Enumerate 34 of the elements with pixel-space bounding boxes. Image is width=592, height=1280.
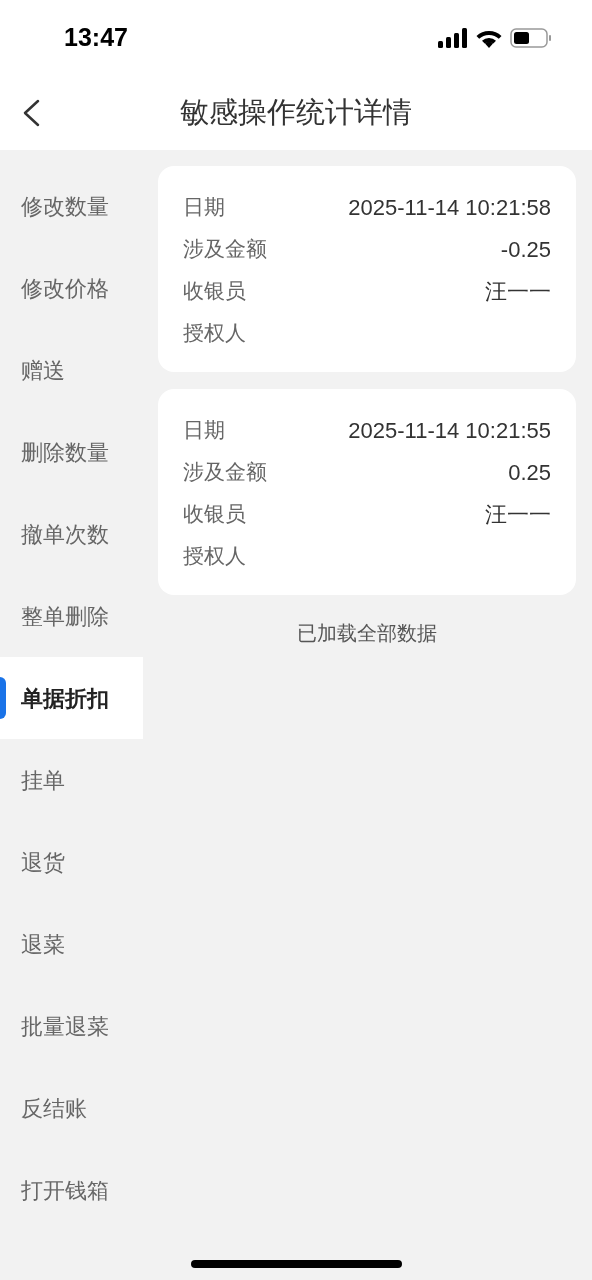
field-value: 汪一一: [485, 500, 551, 529]
field-label: 收银员: [183, 278, 246, 305]
field-label: 授权人: [183, 320, 246, 347]
status-time: 13:47: [64, 21, 128, 53]
sidebar-item[interactable]: 整单删除: [0, 575, 143, 657]
load-complete-note: 已加载全部数据: [297, 621, 437, 646]
field-value: 2025-11-14 10:21:58: [348, 193, 551, 222]
sidebar-item[interactable]: 反结账: [0, 1067, 143, 1149]
sidebar-item[interactable]: 挂单: [0, 739, 143, 821]
battery-icon: [510, 27, 552, 48]
field-label: 日期: [183, 194, 225, 221]
sidebar-item[interactable]: 退货: [0, 821, 143, 903]
sidebar-item[interactable]: 赠送: [0, 329, 143, 411]
field-label: 涉及金额: [183, 236, 267, 263]
signal-icon: [438, 27, 468, 48]
field-label: 收银员: [183, 501, 246, 528]
field-value: 2025-11-14 10:21:55: [348, 416, 551, 445]
field-label: 涉及金额: [183, 459, 267, 486]
sidebar-item[interactable]: 批量退菜: [0, 985, 143, 1067]
sidebar-item[interactable]: 修改数量: [0, 165, 143, 247]
field-value: 汪一一: [485, 277, 551, 306]
page-title: 敏感操作统计详情: [180, 94, 412, 130]
sidebar-item[interactable]: 打开钱箱: [0, 1149, 143, 1231]
sidebar-item[interactable]: 退菜: [0, 903, 143, 985]
field-label: 授权人: [183, 543, 246, 570]
field-value: 0.25: [508, 458, 551, 487]
back-icon[interactable]: [22, 98, 40, 127]
field-value: -0.25: [500, 235, 551, 264]
field-label: 日期: [183, 417, 225, 444]
selection-indicator: [0, 677, 6, 719]
sidebar-item[interactable]: 单据折扣: [0, 657, 143, 739]
sidebar-item[interactable]: 修改价格: [0, 247, 143, 329]
sidebar-item[interactable]: 删除数量: [0, 411, 143, 493]
sidebar-item[interactable]: 撤单次数: [0, 493, 143, 575]
